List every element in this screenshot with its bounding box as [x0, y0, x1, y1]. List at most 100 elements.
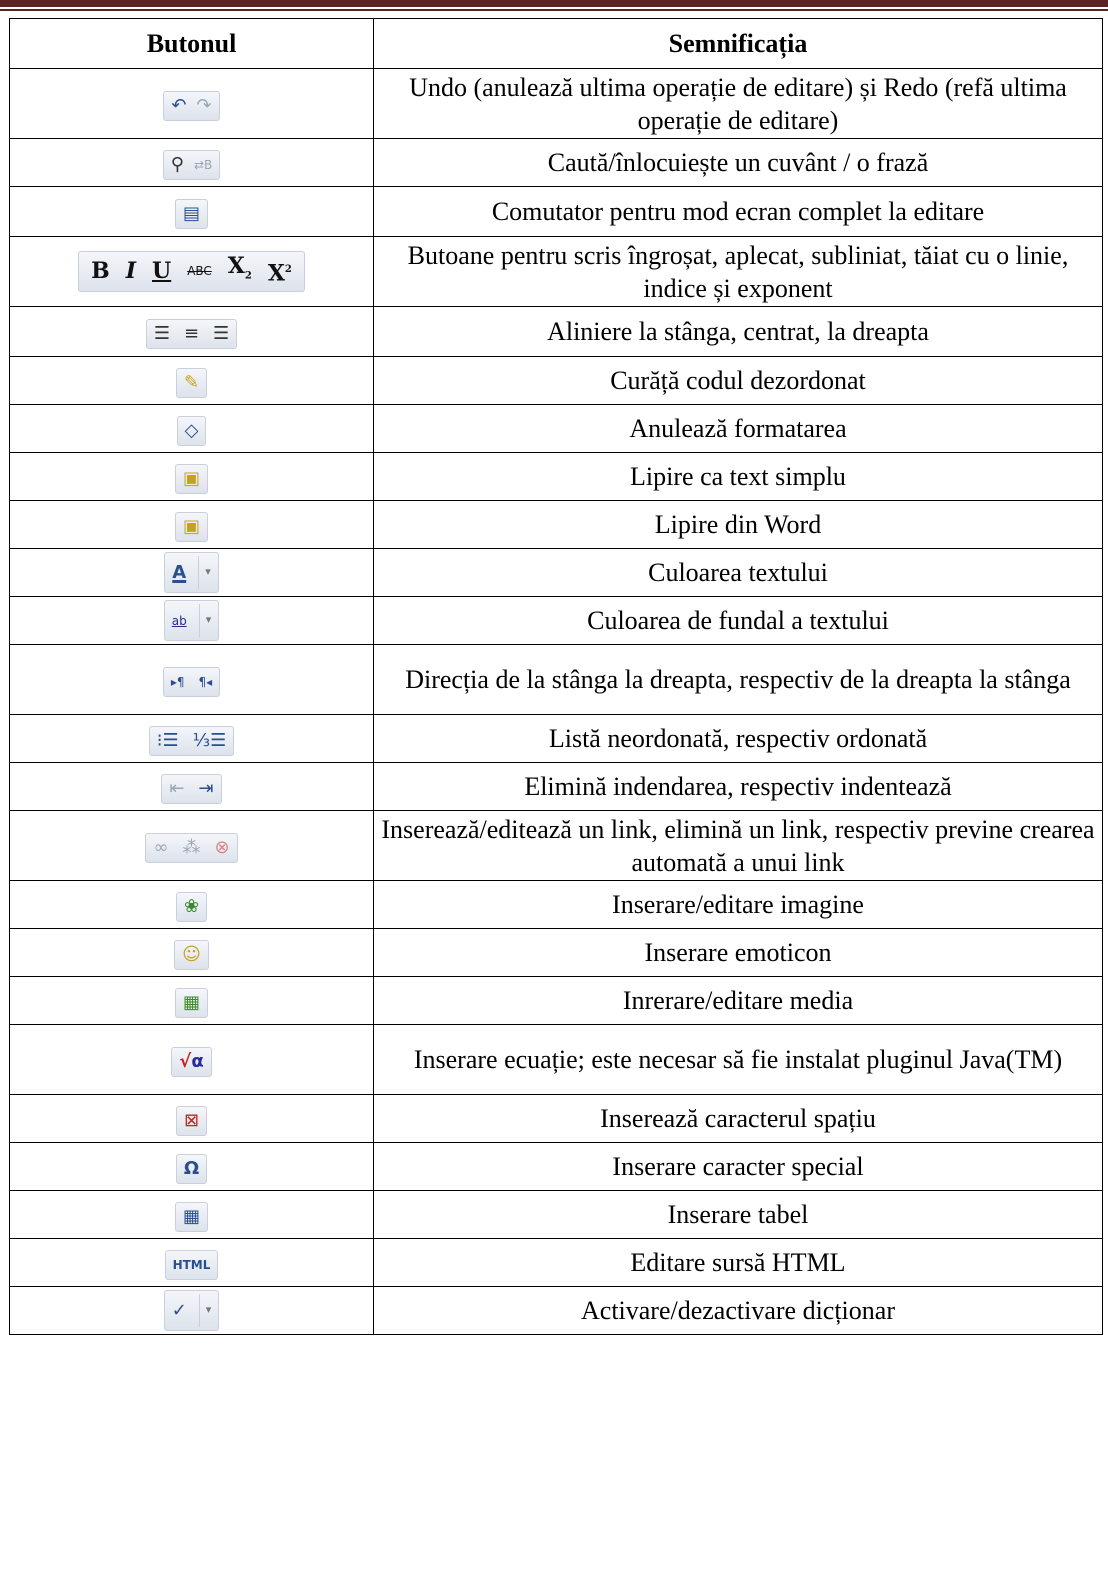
- equation-icon[interactable]: √α: [179, 1051, 203, 1073]
- table-row: ⇤ ⇥ Elimină indendarea, respectiv indente…: [9, 762, 1103, 811]
- html-source-button[interactable]: HTML: [164, 1249, 219, 1280]
- table-row: ↶ ↷ Undo (anulează ultima operație de edi…: [9, 68, 1103, 139]
- chevron-down-icon[interactable]: ▾: [198, 1294, 211, 1327]
- alignment-buttons[interactable]: ☰ ≡ ☰: [145, 318, 238, 349]
- button-cell: ⇤ ⇥: [9, 762, 374, 811]
- binoculars-icon[interactable]: ⚲: [171, 154, 184, 176]
- nolink-icon[interactable]: ⊗: [214, 837, 229, 859]
- remove-format-button[interactable]: ◇: [176, 415, 207, 446]
- table-row: A ▾ Culoarea textului: [9, 548, 1103, 597]
- meaning-cell: Undo (anulează ultima operație de editar…: [373, 68, 1103, 139]
- button-cell: ❀: [9, 880, 374, 929]
- text-style-buttons[interactable]: B I U ABC X2 X2: [78, 251, 305, 292]
- table-row: B I U ABC X2 X2 Butoane pentru scris îng…: [9, 236, 1103, 307]
- button-cell: ☺: [9, 928, 374, 977]
- undo-icon[interactable]: ↶: [171, 95, 186, 117]
- table-row: ∞ ⁂ ⊗ Inserează/editează un link, elimină …: [9, 810, 1103, 881]
- meaning-cell: Butoane pentru scris îngroșat, aplecat, …: [373, 236, 1103, 307]
- underline-icon[interactable]: U: [152, 260, 171, 282]
- button-cell: B I U ABC X2 X2: [9, 236, 374, 307]
- meaning-cell: Culoarea de fundal a textului: [373, 596, 1103, 645]
- table-row: ▸¶ ¶◂ Direcția de la stânga la dreapta, r…: [9, 644, 1103, 715]
- button-cell: ✓ ▾: [9, 1286, 374, 1335]
- meaning-cell: Inserare emoticon: [373, 928, 1103, 977]
- emoticon-button[interactable]: ☺: [174, 939, 209, 970]
- nbsp-button[interactable]: ⊠: [175, 1105, 208, 1136]
- image-icon[interactable]: ❀: [184, 896, 199, 918]
- spellcheck-icon[interactable]: ✓: [172, 1300, 187, 1322]
- text-direction-buttons[interactable]: ▸¶ ¶◂: [162, 666, 221, 697]
- media-icon[interactable]: ▦: [183, 992, 200, 1014]
- paste-word-button[interactable]: ▣: [174, 511, 208, 542]
- bullet-list-icon[interactable]: ⁝☰: [157, 730, 179, 752]
- button-cell: ▣: [9, 452, 374, 501]
- replace-icon[interactable]: ⇄B: [194, 154, 212, 176]
- italic-icon[interactable]: I: [126, 260, 136, 282]
- text-color-icon[interactable]: A: [172, 562, 186, 584]
- table-row: ☰ ≡ ☰ Aliniere la stânga, centrat, la dr…: [9, 306, 1103, 357]
- table-row: ▤ Comutator pentru mod ecran complet la …: [9, 186, 1103, 237]
- bold-icon[interactable]: B: [91, 260, 110, 282]
- align-center-icon[interactable]: ≡: [184, 323, 199, 345]
- numbered-list-icon[interactable]: ⅓☰: [193, 730, 227, 752]
- button-cell: ⊠: [9, 1094, 374, 1143]
- table-icon[interactable]: ▦: [183, 1206, 200, 1228]
- image-button[interactable]: ❀: [175, 891, 208, 922]
- meaning-cell: Inserează caracterul spațiu: [373, 1094, 1103, 1143]
- fullscreen-button[interactable]: ▤: [174, 198, 208, 229]
- text-color-button[interactable]: A ▾: [164, 552, 219, 593]
- indent-buttons[interactable]: ⇤ ⇥: [161, 773, 222, 804]
- subscript-icon[interactable]: X2: [228, 255, 252, 287]
- meaning-cell: Listă neordonată, respectiv ordonată: [373, 714, 1103, 763]
- paste-text-button[interactable]: ▣: [174, 463, 208, 494]
- button-cell: √α: [9, 1024, 374, 1095]
- outdent-icon[interactable]: ⇤: [169, 778, 184, 800]
- table-row: ⁝☰ ⅓☰ Listă neordonată, respectiv ordonat…: [9, 714, 1103, 763]
- meaning-cell: Inserare tabel: [373, 1190, 1103, 1239]
- highlight-color-button[interactable]: ab ▾: [163, 600, 220, 641]
- meaning-cell: Direcția de la stânga la dreapta, respec…: [373, 644, 1103, 715]
- button-cell: ab ▾: [9, 596, 374, 645]
- align-right-icon[interactable]: ☰: [213, 323, 229, 345]
- meaning-cell: Lipire ca text simplu: [373, 452, 1103, 501]
- align-left-icon[interactable]: ☰: [154, 323, 170, 345]
- equation-button[interactable]: √α: [171, 1046, 212, 1077]
- rtl-icon[interactable]: ¶◂: [199, 671, 213, 693]
- meaning-cell: Caută/înlocuiește un cuvânt / o frază: [373, 138, 1103, 187]
- undo-redo-button[interactable]: ↶ ↷: [163, 90, 220, 121]
- media-button[interactable]: ▦: [174, 987, 208, 1018]
- search-replace-button[interactable]: ⚲ ⇄B: [162, 149, 221, 180]
- meaning-cell: Elimină indendarea, respectiv indentează: [373, 762, 1103, 811]
- special-char-button[interactable]: Ω: [175, 1153, 208, 1184]
- button-cell: HTML: [9, 1238, 374, 1287]
- strikethrough-icon[interactable]: ABC: [187, 260, 212, 282]
- unlink-icon[interactable]: ⁂: [182, 837, 200, 859]
- superscript-icon[interactable]: X2: [268, 259, 292, 284]
- indent-icon[interactable]: ⇥: [199, 778, 214, 800]
- highlight-color-icon[interactable]: ab: [172, 610, 187, 632]
- table-row: ▦ Inserare tabel: [9, 1190, 1103, 1239]
- spellcheck-button[interactable]: ✓ ▾: [163, 1290, 220, 1331]
- redo-icon[interactable]: ↷: [197, 95, 212, 117]
- link-icon[interactable]: ∞: [153, 837, 168, 859]
- emoticon-icon[interactable]: ☺: [182, 944, 201, 966]
- broom-icon[interactable]: ✎: [184, 372, 199, 394]
- nbsp-icon[interactable]: ⊠: [184, 1110, 199, 1132]
- fullscreen-icon[interactable]: ▤: [183, 203, 200, 225]
- button-cell: ▦: [9, 976, 374, 1025]
- table-row: ⊠ Inserează caracterul spațiu: [9, 1094, 1103, 1143]
- cleanup-button[interactable]: ✎: [175, 367, 208, 398]
- eraser-icon[interactable]: ◇: [185, 420, 199, 442]
- link-buttons[interactable]: ∞ ⁂ ⊗: [145, 832, 238, 863]
- chevron-down-icon[interactable]: ▾: [198, 604, 211, 637]
- table-button[interactable]: ▦: [174, 1201, 208, 1232]
- list-buttons[interactable]: ⁝☰ ⅓☰: [148, 725, 235, 756]
- omega-icon[interactable]: Ω: [184, 1158, 199, 1180]
- ltr-icon[interactable]: ▸¶: [171, 671, 185, 693]
- html-source-icon[interactable]: HTML: [173, 1254, 211, 1276]
- toolbar-buttons-table: Butonul Semnificația ↶ ↷ Undo (anulează u…: [9, 18, 1103, 1335]
- paste-text-icon[interactable]: ▣: [183, 468, 200, 490]
- chevron-down-icon[interactable]: ▾: [198, 556, 211, 589]
- paste-word-icon[interactable]: ▣: [183, 516, 200, 538]
- meaning-cell: Inserare ecuație; este necesar să fie in…: [373, 1024, 1103, 1095]
